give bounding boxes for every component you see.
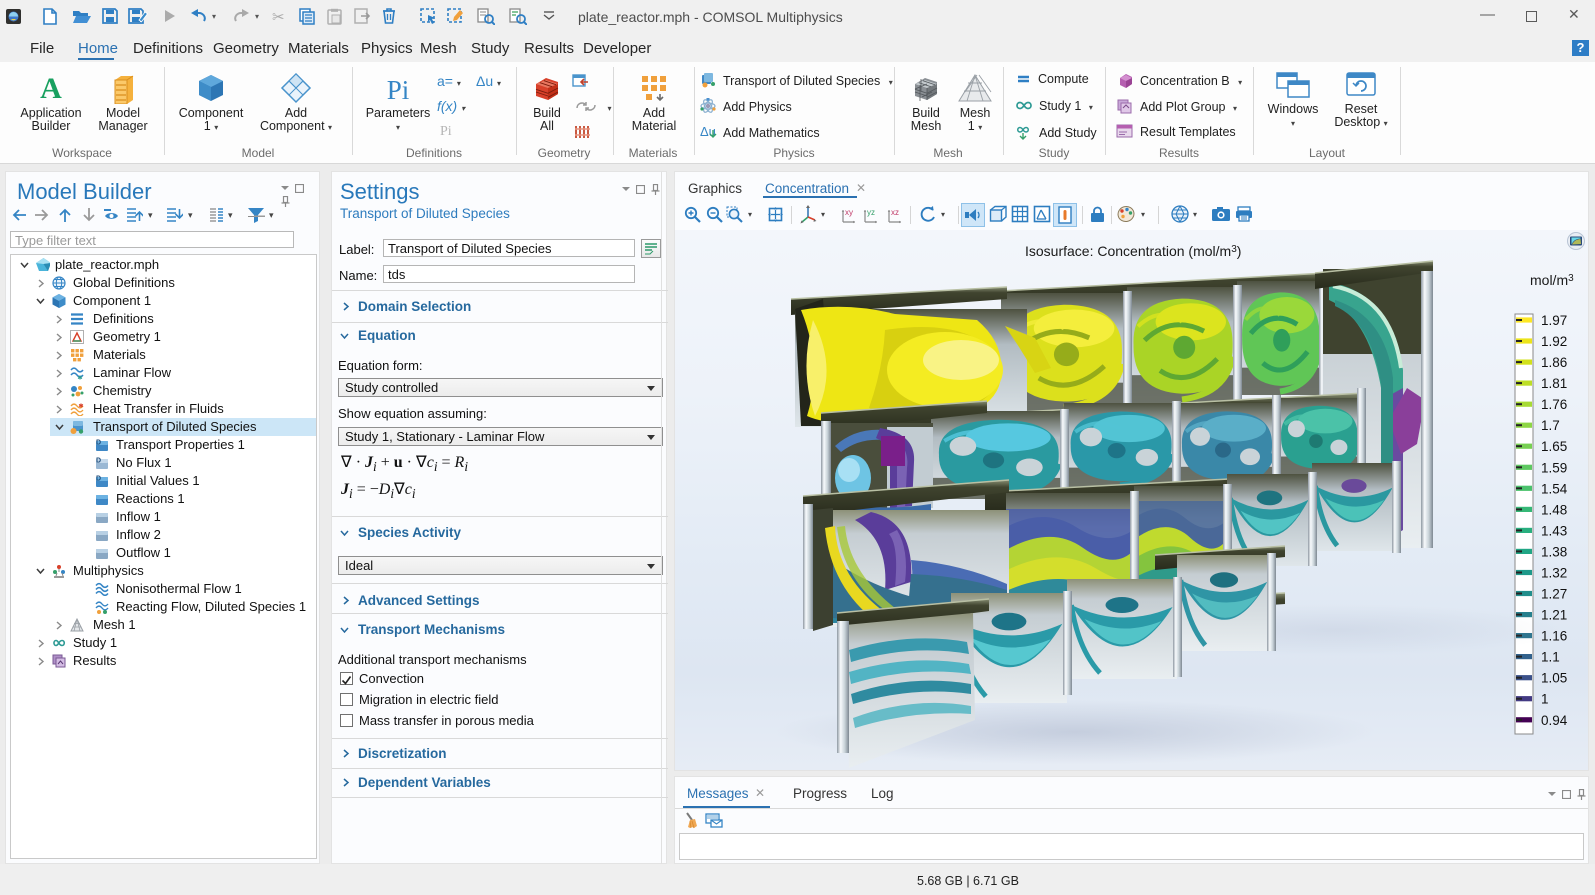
svg-text:yz: yz <box>867 208 875 217</box>
svg-text:D: D <box>96 440 101 447</box>
svg-text:D: D <box>96 476 101 483</box>
svg-text:xz: xz <box>891 208 899 217</box>
svg-text:Pi: Pi <box>387 75 410 104</box>
svg-text:D: D <box>96 458 101 465</box>
svg-text:A: A <box>40 72 62 104</box>
svg-text:xy: xy <box>845 208 853 217</box>
